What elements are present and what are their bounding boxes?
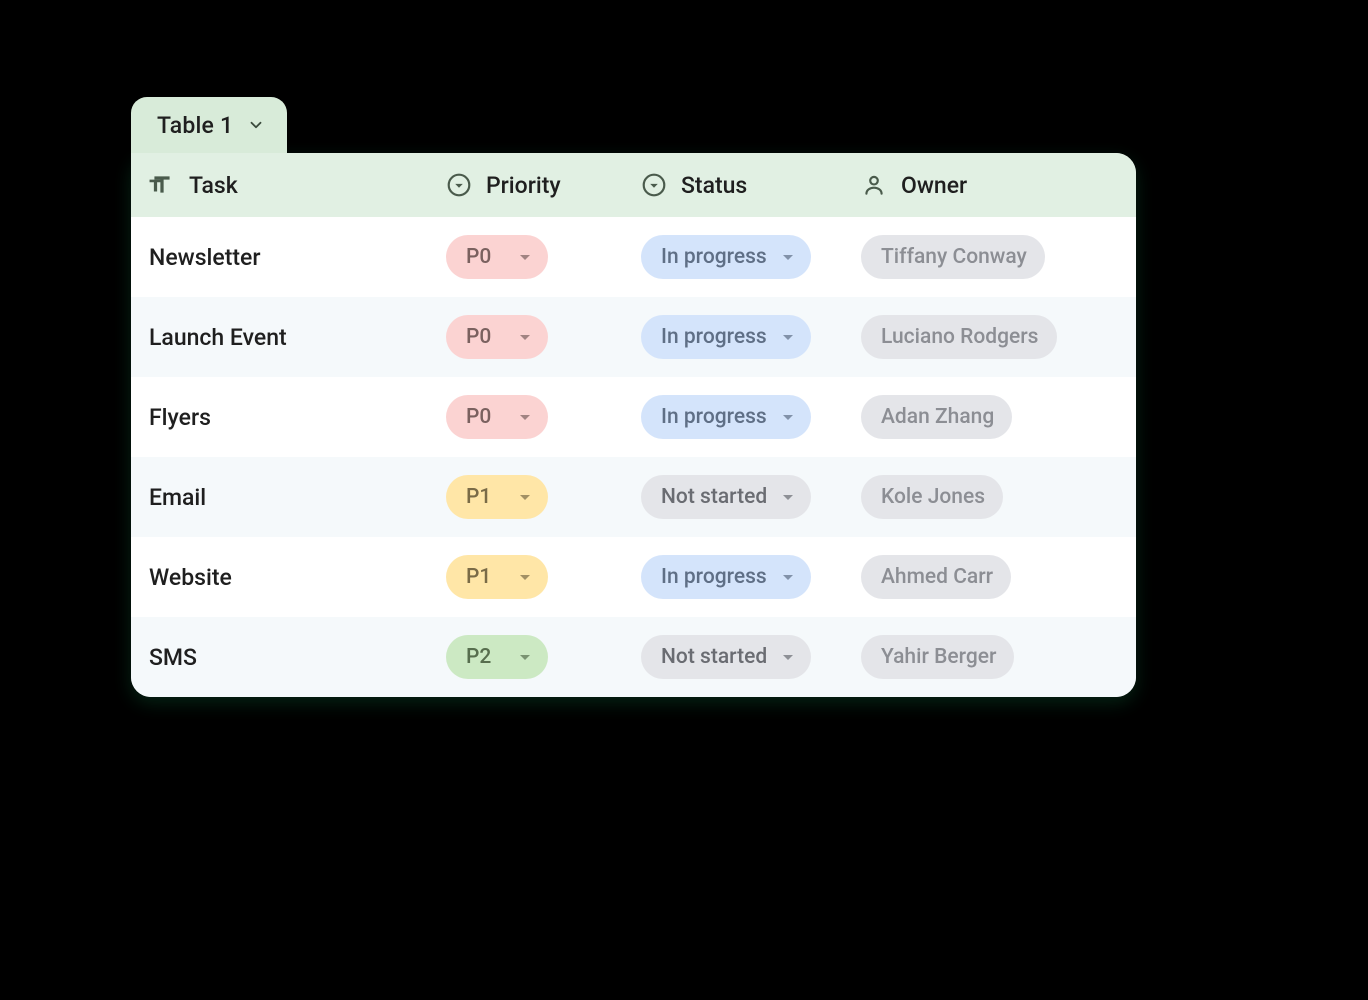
table-row: Newsletter P0 In progress Tiffany Conway	[131, 217, 1136, 297]
cell-priority: P0	[428, 315, 623, 359]
person-icon	[861, 172, 887, 198]
status-chip[interactable]: In progress	[641, 235, 811, 279]
task-text: SMS	[149, 644, 197, 671]
table-card: Table 1 Task Priority Status	[131, 153, 1136, 697]
cell-status: In progress	[623, 395, 843, 439]
owner-chip-label: Tiffany Conway	[881, 245, 1027, 269]
table-row: Email P1 Not started Kole Jones	[131, 457, 1136, 537]
table-row: SMS P2 Not started Yahir Berger	[131, 617, 1136, 697]
column-header-priority[interactable]: Priority	[428, 153, 623, 217]
status-chip-label: Not started	[661, 485, 767, 509]
status-chip-label: In progress	[661, 565, 767, 589]
table-header: Task Priority Status Owner	[131, 153, 1136, 217]
cell-priority: P0	[428, 395, 623, 439]
owner-chip[interactable]: Luciano Rodgers	[861, 315, 1057, 359]
status-chip-label: In progress	[661, 245, 767, 269]
cell-owner: Adan Zhang	[843, 395, 1136, 439]
cell-task[interactable]: Email	[131, 484, 428, 511]
cell-priority: P1	[428, 475, 623, 519]
owner-chip-label: Kole Jones	[881, 485, 985, 509]
cell-priority: P2	[428, 635, 623, 679]
chevron-down-icon	[247, 116, 265, 134]
table-rows: Newsletter P0 In progress Tiffany Conway Lau…	[131, 217, 1136, 697]
status-chip[interactable]: In progress	[641, 395, 811, 439]
table-tab-label: Table 1	[157, 112, 233, 139]
status-chip-label: In progress	[661, 405, 767, 429]
owner-chip-label: Adan Zhang	[881, 405, 994, 429]
cell-owner: Yahir Berger	[843, 635, 1136, 679]
cell-status: In progress	[623, 235, 843, 279]
cell-status: Not started	[623, 635, 843, 679]
cell-priority: P1	[428, 555, 623, 599]
priority-chip[interactable]: P1	[446, 555, 548, 599]
column-header-owner[interactable]: Owner	[843, 153, 1136, 217]
owner-chip-label: Luciano Rodgers	[881, 325, 1039, 349]
task-text: Flyers	[149, 404, 211, 431]
task-text: Launch Event	[149, 324, 287, 351]
cell-status: In progress	[623, 555, 843, 599]
status-chip[interactable]: In progress	[641, 555, 811, 599]
status-chip[interactable]: Not started	[641, 635, 811, 679]
priority-chip-label: P1	[466, 485, 491, 509]
owner-chip[interactable]: Adan Zhang	[861, 395, 1012, 439]
priority-chip[interactable]: P1	[446, 475, 548, 519]
priority-chip[interactable]: P0	[446, 315, 548, 359]
cell-status: In progress	[623, 315, 843, 359]
priority-chip-label: P0	[466, 325, 491, 349]
owner-chip-label: Yahir Berger	[881, 645, 996, 669]
cell-task[interactable]: Website	[131, 564, 428, 591]
task-text: Website	[149, 564, 232, 591]
status-chip-label: Not started	[661, 645, 767, 669]
dropdown-circle-icon	[641, 172, 667, 198]
column-header-status[interactable]: Status	[623, 153, 843, 217]
column-header-task-label: Task	[189, 172, 238, 199]
priority-chip-label: P1	[466, 565, 491, 589]
cell-owner: Kole Jones	[843, 475, 1136, 519]
column-header-status-label: Status	[681, 172, 747, 199]
table-tab[interactable]: Table 1	[131, 97, 287, 153]
status-chip[interactable]: In progress	[641, 315, 811, 359]
priority-chip[interactable]: P2	[446, 635, 548, 679]
priority-chip-label: P0	[466, 245, 491, 269]
status-chip[interactable]: Not started	[641, 475, 811, 519]
priority-chip[interactable]: P0	[446, 395, 548, 439]
task-text: Email	[149, 484, 206, 511]
cell-task[interactable]: Launch Event	[131, 324, 428, 351]
priority-chip[interactable]: P0	[446, 235, 548, 279]
column-header-owner-label: Owner	[901, 172, 967, 199]
column-header-task[interactable]: Task	[131, 153, 428, 217]
dropdown-circle-icon	[446, 172, 472, 198]
owner-chip[interactable]: Yahir Berger	[861, 635, 1014, 679]
column-header-priority-label: Priority	[486, 172, 561, 199]
cell-owner: Tiffany Conway	[843, 235, 1136, 279]
task-text: Newsletter	[149, 244, 261, 271]
cell-owner: Ahmed Carr	[843, 555, 1136, 599]
owner-chip[interactable]: Ahmed Carr	[861, 555, 1011, 599]
table-row: Launch Event P0 In progress Luciano Rodgers	[131, 297, 1136, 377]
owner-chip-label: Ahmed Carr	[881, 565, 993, 589]
table-row: Flyers P0 In progress Adan Zhang	[131, 377, 1136, 457]
priority-chip-label: P0	[466, 405, 491, 429]
cell-status: Not started	[623, 475, 843, 519]
cell-task[interactable]: Newsletter	[131, 244, 428, 271]
cell-task[interactable]: SMS	[131, 644, 428, 671]
owner-chip[interactable]: Tiffany Conway	[861, 235, 1045, 279]
text-format-icon	[149, 172, 175, 198]
status-chip-label: In progress	[661, 325, 767, 349]
table-row: Website P1 In progress Ahmed Carr	[131, 537, 1136, 617]
cell-owner: Luciano Rodgers	[843, 315, 1136, 359]
cell-priority: P0	[428, 235, 623, 279]
owner-chip[interactable]: Kole Jones	[861, 475, 1003, 519]
priority-chip-label: P2	[466, 645, 491, 669]
cell-task[interactable]: Flyers	[131, 404, 428, 431]
